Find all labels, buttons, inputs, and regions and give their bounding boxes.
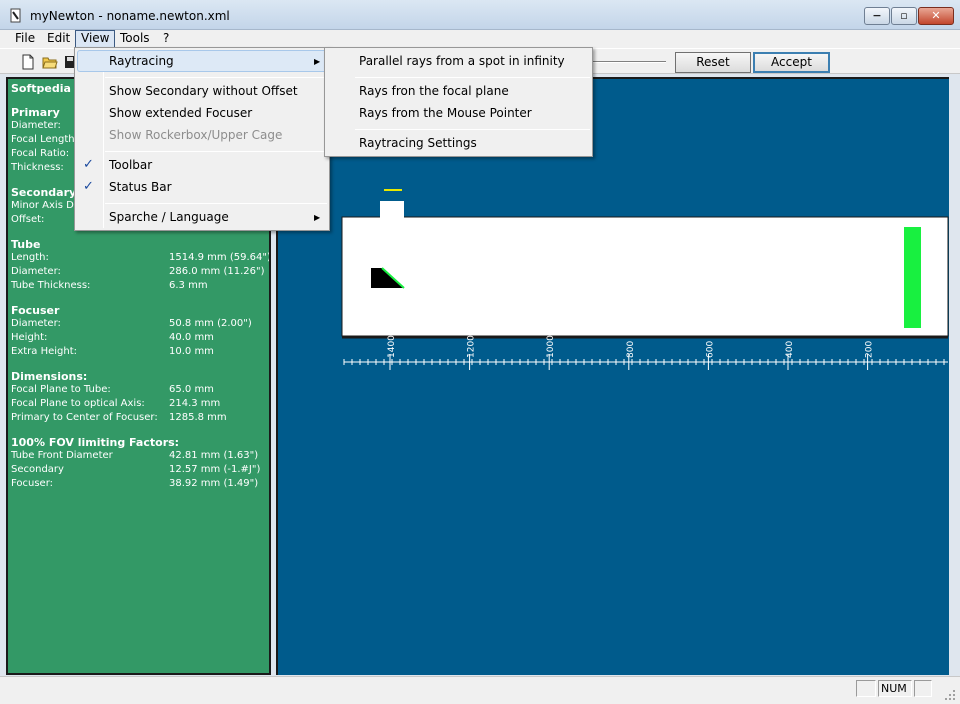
fov-tube-front-label: Tube Front Diameter bbox=[11, 450, 113, 461]
slider-track[interactable] bbox=[593, 61, 666, 63]
menu-separator bbox=[105, 151, 327, 152]
scale-label: 200 bbox=[865, 341, 875, 358]
focuser-height-label: Height: bbox=[11, 332, 48, 343]
focuser-extra-height-value: 10.0 mm bbox=[169, 346, 214, 357]
secondary-minor-axis-label: Minor Axis Di bbox=[11, 200, 77, 211]
secondary-title: Secondary bbox=[11, 186, 77, 199]
scale-label: 1200 bbox=[467, 335, 477, 358]
fov-focuser-value: 38.92 mm (1.49") bbox=[169, 478, 259, 489]
primary-thickness-label: Thickness: bbox=[11, 162, 64, 173]
window-title: myNewton - noname.newton.xml bbox=[30, 9, 230, 23]
telescope-canvas[interactable]: 1400 1200 1000 800 600 400 200 bbox=[276, 77, 949, 675]
secondary-offset-label: Offset: bbox=[11, 214, 45, 225]
tube-diameter-label: Diameter: bbox=[11, 266, 61, 277]
focuser-drawing bbox=[380, 201, 404, 218]
menu-item-show-secondary[interactable]: Show Secondary without Offset bbox=[109, 84, 298, 98]
focuser-extra-height-label: Extra Height: bbox=[11, 346, 78, 357]
scale-label: 1000 bbox=[546, 335, 556, 358]
close-button[interactable]: ✕ bbox=[918, 7, 954, 25]
menu-item-show-rockerbox: Show Rockerbox/Upper Cage bbox=[109, 128, 283, 142]
scale-ruler: 1400 1200 1000 800 600 400 200 bbox=[343, 335, 948, 370]
title-bar: myNewton - noname.newton.xml − ▫ ✕ bbox=[0, 0, 960, 30]
close-icon: ✕ bbox=[931, 9, 941, 22]
menu-separator bbox=[355, 77, 590, 78]
menu-help[interactable]: ? bbox=[158, 30, 174, 48]
primary-focal-ratio-label: Focal Ratio: bbox=[11, 148, 70, 159]
fov-secondary-value: 12.57 mm (-1.#J") bbox=[169, 464, 261, 475]
open-folder-icon[interactable] bbox=[42, 54, 58, 70]
tube-length-label: Length: bbox=[11, 252, 49, 263]
tube-drawing bbox=[341, 216, 949, 337]
scale-label: 600 bbox=[705, 341, 715, 358]
telescope-drawing: 1400 1200 1000 800 600 400 200 bbox=[341, 189, 949, 370]
menu-item-raytracing-settings[interactable]: Raytracing Settings bbox=[359, 136, 477, 150]
focuser-diameter-value: 50.8 mm (2.00") bbox=[169, 318, 252, 329]
view-menu: Raytracing ▶ Show Secondary without Offs… bbox=[74, 47, 330, 231]
check-icon: ✓ bbox=[83, 157, 94, 172]
minimize-icon: − bbox=[872, 9, 882, 22]
panel-header: Softpedia bbox=[11, 82, 71, 95]
status-panel-scroll bbox=[914, 680, 932, 697]
scale-label: 800 bbox=[626, 341, 636, 358]
menu-item-show-focuser[interactable]: Show extended Focuser bbox=[109, 106, 252, 120]
submenu-arrow-icon: ▶ bbox=[314, 57, 321, 66]
status-bar: NUM bbox=[0, 676, 960, 704]
menu-item-toolbar[interactable]: Toolbar bbox=[109, 158, 152, 172]
menu-item-mouse-rays[interactable]: Rays from the Mouse Pointer bbox=[359, 106, 532, 120]
tube-length-value: 1514.9 mm (59.64") bbox=[169, 252, 271, 263]
maximize-button[interactable]: ▫ bbox=[891, 7, 917, 25]
fov-focuser-label: Focuser: bbox=[11, 478, 54, 489]
menu-view[interactable]: View bbox=[75, 30, 116, 48]
focal-plane-tube-label: Focal Plane to Tube: bbox=[11, 384, 111, 395]
maximize-icon: ▫ bbox=[900, 9, 908, 22]
fov-title: 100% FOV limiting Factors: bbox=[11, 436, 180, 449]
tube-title: Tube bbox=[11, 238, 41, 251]
primary-title: Primary bbox=[11, 106, 60, 119]
focal-plane-axis-label: Focal Plane to optical Axis: bbox=[11, 398, 145, 409]
raytracing-submenu: Parallel rays from a spot in infinity Ra… bbox=[324, 47, 593, 157]
menu-item-focal-plane-rays[interactable]: Rays fron the focal plane bbox=[359, 84, 509, 98]
new-file-icon[interactable] bbox=[20, 54, 36, 70]
focuser-opening bbox=[380, 216, 404, 219]
accept-button[interactable]: Accept bbox=[753, 52, 830, 73]
tube-diameter-value: 286.0 mm (11.26") bbox=[169, 266, 265, 277]
menu-separator bbox=[105, 203, 327, 204]
menu-bar: File Edit View Tools ? bbox=[0, 30, 960, 48]
scale-label: 1400 bbox=[387, 335, 397, 358]
tube-thickness-label: Tube Thickness: bbox=[11, 280, 91, 291]
status-panel-num: NUM bbox=[878, 680, 912, 697]
fov-secondary-label: Secondary bbox=[11, 464, 64, 475]
status-panel-caps bbox=[856, 680, 876, 697]
menu-item-language[interactable]: Sparche / Language bbox=[109, 210, 229, 224]
focal-plane-tube-value: 65.0 mm bbox=[169, 384, 214, 395]
resize-grip-icon[interactable] bbox=[944, 689, 956, 701]
check-icon: ✓ bbox=[83, 179, 94, 194]
focuser-height-value: 40.0 mm bbox=[169, 332, 214, 343]
fov-tube-front-value: 42.81 mm (1.63") bbox=[169, 450, 259, 461]
menu-edit[interactable]: Edit bbox=[42, 30, 75, 48]
reset-button[interactable]: Reset bbox=[675, 52, 751, 73]
primary-focuser-value: 1285.8 mm bbox=[169, 412, 227, 423]
app-icon bbox=[10, 8, 21, 23]
minimize-button[interactable]: − bbox=[864, 7, 890, 25]
tube-thickness-value: 6.3 mm bbox=[169, 280, 208, 291]
scale-label: 400 bbox=[785, 341, 795, 358]
menu-gutter bbox=[103, 50, 104, 228]
menu-file[interactable]: File bbox=[10, 30, 40, 48]
menu-item-parallel-rays[interactable]: Parallel rays from a spot in infinity bbox=[359, 54, 565, 68]
menu-item-status-bar[interactable]: Status Bar bbox=[109, 180, 172, 194]
primary-focal-length-label: Focal Length: bbox=[11, 134, 78, 145]
menu-tools[interactable]: Tools bbox=[115, 30, 155, 48]
menu-separator bbox=[105, 77, 327, 78]
focal-plane-axis-value: 214.3 mm bbox=[169, 398, 221, 409]
primary-focuser-label: Primary to Center of Focuser: bbox=[11, 412, 158, 423]
menu-item-raytracing[interactable]: Raytracing bbox=[109, 54, 174, 68]
focuser-diameter-label: Diameter: bbox=[11, 318, 61, 329]
primary-mirror bbox=[904, 227, 921, 328]
dimensions-title: Dimensions: bbox=[11, 370, 88, 383]
focuser-title: Focuser bbox=[11, 304, 60, 317]
submenu-arrow-icon: ▶ bbox=[314, 213, 321, 222]
primary-diameter-label: Diameter: bbox=[11, 120, 61, 131]
menu-separator bbox=[355, 129, 590, 130]
